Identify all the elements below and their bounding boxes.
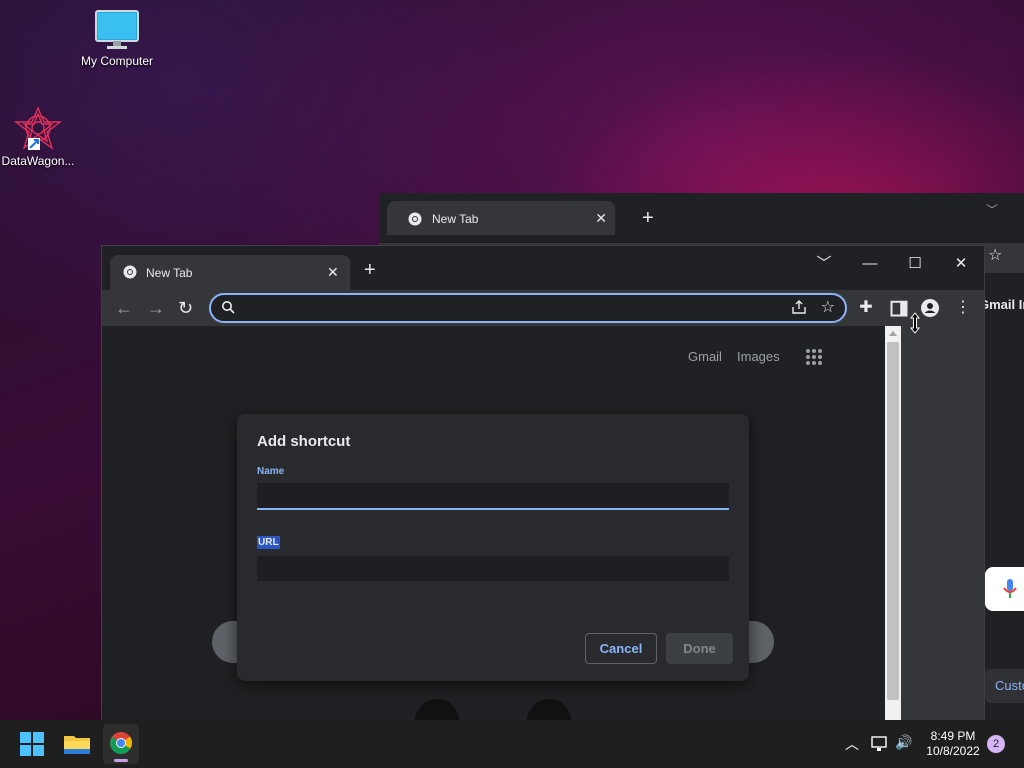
vertical-scrollbar[interactable] bbox=[885, 326, 901, 721]
done-button[interactable]: Done bbox=[666, 633, 733, 664]
more-menu-icon[interactable]: ⋮ bbox=[953, 298, 973, 318]
share-icon[interactable] bbox=[791, 299, 807, 315]
header-links-partial[interactable]: Gmail Im bbox=[979, 297, 1024, 312]
network-icon[interactable] bbox=[871, 736, 889, 752]
tab-strip: New Tab ✕ + ﹀ — ☐ ✕ bbox=[102, 246, 984, 290]
chevron-up-icon[interactable]: ︿ bbox=[845, 734, 859, 754]
desktop-icon-label: DataWagon... bbox=[1, 154, 75, 168]
toolbar: ← → ↻ ☆ ✚ ⋮ bbox=[102, 290, 984, 326]
tab-strip: New Tab ✕ + ﹀ bbox=[379, 193, 1024, 243]
scroll-up-arrow-icon[interactable] bbox=[889, 331, 897, 336]
extensions-puzzle-icon[interactable]: ✚ bbox=[856, 298, 876, 318]
dialog-title: Add shortcut bbox=[257, 433, 351, 450]
taskbar: ︿ 🔊 8:49 PM 10/8/2022 2 bbox=[0, 720, 1024, 768]
resize-cursor-icon bbox=[909, 312, 921, 334]
cancel-button[interactable]: Cancel bbox=[585, 633, 657, 664]
volume-icon[interactable]: 🔊 bbox=[895, 734, 912, 751]
omnibox-input[interactable] bbox=[241, 297, 765, 319]
new-tab-icon[interactable]: + bbox=[642, 207, 654, 230]
desktop-icon-label: My Computer bbox=[80, 54, 154, 68]
desktop-icon-my-computer[interactable]: My Computer bbox=[77, 10, 157, 68]
tab-new-tab[interactable]: New Tab ✕ bbox=[387, 201, 615, 235]
monitor-icon bbox=[95, 10, 139, 49]
tab-new-tab[interactable]: New Tab ✕ bbox=[110, 255, 350, 290]
back-icon[interactable]: ← bbox=[115, 298, 133, 318]
reload-icon[interactable]: ↻ bbox=[178, 298, 193, 318]
clock-time: 8:49 PM bbox=[930, 729, 976, 743]
forward-icon[interactable]: → bbox=[147, 298, 165, 318]
file-explorer-icon[interactable] bbox=[61, 728, 93, 760]
new-tab-icon[interactable]: + bbox=[364, 259, 376, 282]
datawagon-logo-icon bbox=[14, 106, 62, 150]
chrome-favicon-icon bbox=[123, 265, 137, 279]
side-panel-icon[interactable] bbox=[889, 298, 909, 318]
url-label: URL bbox=[257, 536, 280, 549]
minimize-icon[interactable]: — bbox=[847, 250, 893, 278]
close-tab-icon[interactable]: ✕ bbox=[327, 264, 339, 281]
desktop-icon-datawagon[interactable]: DataWagon... bbox=[0, 106, 78, 168]
chrome-taskbar-button[interactable] bbox=[103, 724, 139, 764]
active-indicator bbox=[114, 759, 128, 762]
gmail-link[interactable]: Gmail bbox=[688, 349, 722, 364]
add-shortcut-dialog: Add shortcut Name URL Cancel Done bbox=[237, 414, 749, 681]
scrollbar-thumb[interactable] bbox=[887, 342, 899, 700]
name-field[interactable] bbox=[257, 483, 729, 510]
voice-search-area[interactable] bbox=[985, 567, 1024, 611]
notification-badge[interactable]: 2 bbox=[987, 735, 1005, 753]
chrome-icon bbox=[110, 732, 133, 754]
images-link[interactable]: Images bbox=[737, 349, 780, 364]
clock[interactable]: 8:49 PM 10/8/2022 bbox=[920, 729, 986, 759]
name-label: Name bbox=[257, 466, 285, 477]
omnibox[interactable]: ☆ bbox=[209, 293, 847, 323]
close-window-icon[interactable]: ✕ bbox=[938, 250, 984, 278]
windows-start-icon[interactable] bbox=[16, 728, 48, 760]
window-edge-area bbox=[901, 326, 984, 721]
bookmark-star-icon[interactable]: ☆ bbox=[988, 245, 1002, 265]
customize-chrome-button[interactable]: Custo bbox=[985, 669, 1024, 703]
close-tab-icon[interactable]: ✕ bbox=[595, 210, 607, 227]
chevron-down-icon[interactable]: ﹀ bbox=[986, 201, 998, 218]
clock-date: 10/8/2022 bbox=[926, 744, 980, 758]
bookmark-star-icon[interactable]: ☆ bbox=[821, 297, 835, 317]
maximize-icon[interactable]: ☐ bbox=[892, 250, 938, 278]
search-icon bbox=[222, 301, 235, 314]
url-field[interactable] bbox=[257, 556, 729, 581]
tab-title: New Tab bbox=[146, 266, 193, 280]
google-apps-grid-icon[interactable] bbox=[805, 348, 823, 366]
profile-avatar-icon[interactable] bbox=[920, 298, 940, 318]
tab-search-chevron-icon[interactable]: ﹀ bbox=[801, 250, 847, 278]
microphone-icon bbox=[1003, 579, 1017, 598]
chrome-favicon-icon bbox=[408, 212, 422, 226]
tab-title: New Tab bbox=[432, 212, 479, 226]
